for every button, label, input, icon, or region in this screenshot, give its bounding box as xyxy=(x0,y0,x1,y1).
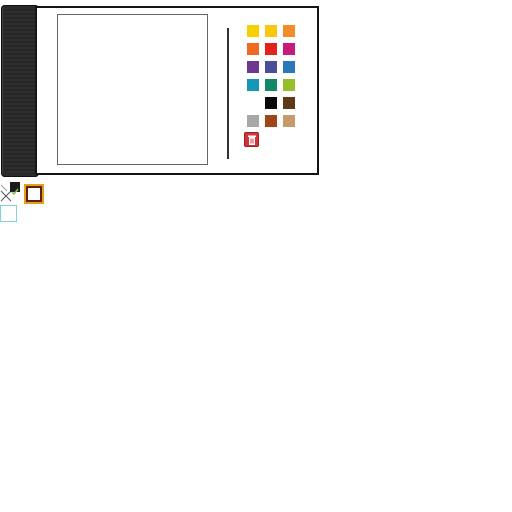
color-preview-box[interactable] xyxy=(57,14,208,165)
swatch-purple[interactable] xyxy=(247,61,259,73)
swatch-lime[interactable] xyxy=(283,79,295,91)
swatch-black[interactable] xyxy=(265,97,277,109)
swatch-tan[interactable] xyxy=(283,115,295,127)
current-color-indicator[interactable] xyxy=(24,184,44,204)
swatch-rust[interactable] xyxy=(265,115,277,127)
trash-icon[interactable] xyxy=(244,132,259,147)
palette-divider xyxy=(227,28,229,159)
swatch-magenta[interactable] xyxy=(283,43,295,55)
swatch-orange[interactable] xyxy=(283,25,295,37)
empty-color-slot[interactable] xyxy=(0,205,17,222)
swatch-indigo[interactable] xyxy=(265,61,277,73)
swatch-cyan[interactable] xyxy=(247,79,259,91)
swatch-white[interactable] xyxy=(247,97,259,109)
panel-drag-handle[interactable] xyxy=(1,5,39,177)
swatch-red[interactable] xyxy=(265,43,277,55)
swatch-teal[interactable] xyxy=(265,79,277,91)
swatch-gold[interactable] xyxy=(265,25,277,37)
checkbox-checked-icon[interactable] xyxy=(10,182,20,196)
swatch-gray[interactable] xyxy=(247,115,259,127)
swatch-blue[interactable] xyxy=(283,61,295,73)
swatch-yellow[interactable] xyxy=(247,25,259,37)
swatch-dark-brown[interactable] xyxy=(283,97,295,109)
swatch-dark-orange[interactable] xyxy=(247,43,259,55)
